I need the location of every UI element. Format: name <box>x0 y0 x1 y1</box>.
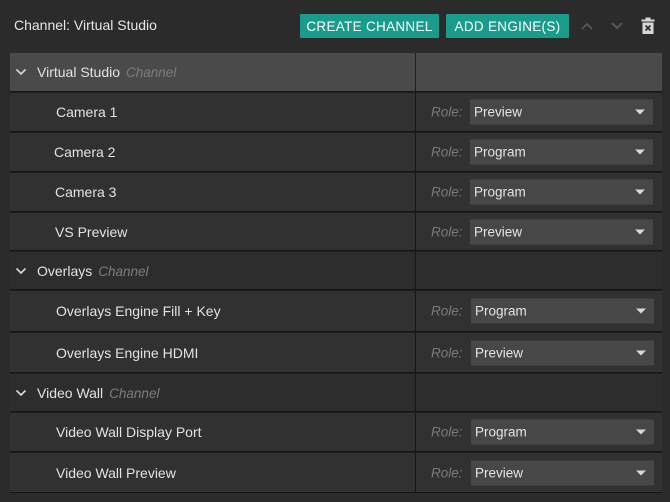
caret-down-icon <box>635 149 645 155</box>
role-value: Preview <box>475 465 524 480</box>
role-select[interactable]: Program <box>470 179 653 205</box>
role-select[interactable]: Preview <box>471 340 654 365</box>
caret-down-icon <box>636 308 646 314</box>
caret-down-icon <box>636 350 646 355</box>
role-label: Role: <box>431 104 463 120</box>
engine-row-overlays-hdmi[interactable]: Overlays Engine HDMI Role: Preview <box>10 333 662 373</box>
role-select[interactable]: Program <box>471 419 654 445</box>
chevron-down-icon[interactable] <box>606 15 628 37</box>
engine-name: Camera 2 <box>54 144 116 160</box>
chevron-up-icon[interactable] <box>576 15 598 37</box>
chevron-down-icon[interactable] <box>14 65 28 79</box>
role-value: Program <box>474 144 526 160</box>
role-select[interactable]: Program <box>470 139 653 165</box>
page-title: Channel: Virtual Studio <box>14 17 157 33</box>
channel-row-video-wall[interactable]: Video Wall Channel <box>10 374 662 412</box>
channel-type-label: Channel <box>109 385 160 401</box>
channel-tree: Virtual Studio Channel Camera 1 Role: Pre… <box>10 53 662 493</box>
role-value: Program <box>475 424 527 440</box>
role-value: Preview <box>474 224 523 239</box>
trash-icon[interactable] <box>637 15 659 37</box>
chevron-down-icon[interactable] <box>14 386 28 400</box>
channel-header: Channel: Virtual Studio CREATE CHANNEL A… <box>0 0 670 52</box>
caret-down-icon <box>635 109 645 115</box>
engine-row-overlays-fill-key[interactable]: Overlays Engine Fill + Key Role: Program <box>10 291 662 332</box>
caret-down-icon <box>635 189 645 195</box>
channel-row-virtual-studio[interactable]: Virtual Studio Channel <box>10 53 662 92</box>
channel-name: Virtual Studio <box>37 64 121 80</box>
role-label: Role: <box>431 345 463 360</box>
engine-row-video-wall-display-port[interactable]: Video Wall Display Port Role: Program <box>10 413 662 452</box>
channel-type-label: Channel <box>98 263 149 279</box>
role-value: Program <box>475 303 527 319</box>
create-channel-button[interactable]: CREATE CHANNEL <box>300 14 439 38</box>
engine-name: VS Preview <box>55 223 128 240</box>
role-value: Preview <box>474 104 523 120</box>
caret-down-icon <box>636 470 646 475</box>
channel-row-overlays[interactable]: Overlays Channel <box>10 252 662 290</box>
engine-row-camera-1[interactable]: Camera 1 Role: Preview <box>10 93 662 132</box>
engine-name: Overlays Engine Fill + Key <box>56 303 221 319</box>
role-select[interactable]: Program <box>471 298 654 324</box>
channel-name: Video Wall <box>37 384 104 401</box>
role-value: Program <box>474 184 526 200</box>
add-engines-button[interactable]: ADD ENGINE(S) <box>446 14 569 38</box>
channel-name: Overlays <box>37 262 93 279</box>
engine-name: Camera 3 <box>55 184 117 200</box>
engine-row-camera-2[interactable]: Camera 2 Role: Program <box>10 133 662 172</box>
role-label: Role: <box>431 424 463 440</box>
engine-name: Camera 1 <box>56 104 118 120</box>
engine-row-camera-3[interactable]: Camera 3 Role: Program <box>10 173 662 212</box>
engine-name: Video Wall Display Port <box>56 424 202 440</box>
caret-down-icon <box>636 429 646 435</box>
engine-row-vs-preview[interactable]: VS Preview Role: Preview <box>10 213 662 251</box>
role-label: Role: <box>431 465 463 480</box>
engine-name: Video Wall Preview <box>56 464 176 481</box>
role-value: Preview <box>475 345 524 360</box>
channel-type-label: Channel <box>126 65 177 80</box>
caret-down-icon <box>635 229 645 234</box>
role-label: Role: <box>431 224 463 239</box>
chevron-down-icon[interactable] <box>14 264 28 278</box>
role-select[interactable]: Preview <box>470 99 653 125</box>
role-label: Role: <box>431 303 463 319</box>
role-select[interactable]: Preview <box>470 219 653 244</box>
role-label: Role: <box>431 144 463 160</box>
role-select[interactable]: Preview <box>471 460 654 485</box>
engine-row-video-wall-preview[interactable]: Video Wall Preview Role: Preview <box>10 453 662 493</box>
role-label: Role: <box>431 184 463 200</box>
engine-name: Overlays Engine HDMI <box>56 344 199 361</box>
